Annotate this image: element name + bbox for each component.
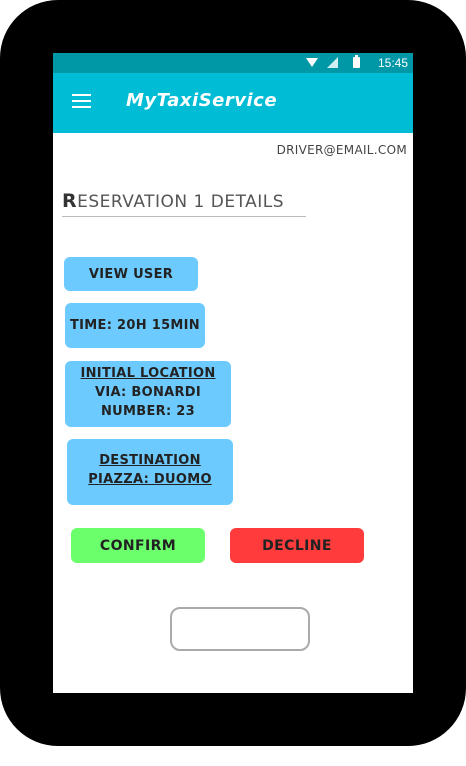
status-bar: 15:45 bbox=[53, 53, 413, 73]
hamburger-menu-icon[interactable] bbox=[72, 94, 91, 108]
time-label: Time: 20h 15min bbox=[70, 318, 200, 333]
app-bar: MyTaxiService bbox=[53, 73, 413, 133]
app-title: MyTaxiService bbox=[126, 90, 278, 111]
view-user-label: View user bbox=[88, 266, 174, 282]
screen: 15:45 MyTaxiService driver@email.com Res… bbox=[53, 53, 413, 693]
initial-location-number: Number: 23 bbox=[101, 404, 195, 419]
initial-location-title: Initial location bbox=[80, 366, 216, 381]
battery-icon bbox=[353, 55, 360, 68]
view-user-button[interactable]: View user bbox=[64, 257, 198, 291]
phone-frame: 15:45 MyTaxiService driver@email.com Res… bbox=[0, 0, 466, 746]
wifi-icon bbox=[306, 58, 318, 67]
empty-box bbox=[170, 607, 310, 651]
initial-location-street: Via: Bonardi bbox=[94, 385, 202, 400]
page-title-initial: R bbox=[62, 190, 78, 212]
status-time: 15:45 bbox=[377, 56, 408, 70]
decline-label: Decline bbox=[262, 537, 332, 554]
confirm-button[interactable]: Confirm bbox=[71, 528, 205, 563]
page-title: Reservation 1 details bbox=[62, 190, 306, 217]
confirm-label: Confirm bbox=[99, 537, 177, 554]
destination-title: Destination bbox=[99, 453, 201, 468]
time-card: Time: 20h 15min bbox=[65, 303, 205, 348]
signal-icon bbox=[327, 57, 338, 68]
destination-place: Piazza: Duomo bbox=[88, 472, 212, 487]
page-title-rest: eservation 1 details bbox=[77, 192, 285, 212]
decline-button[interactable]: Decline bbox=[230, 528, 364, 563]
initial-location-card: Initial location Via: Bonardi Number: 23 bbox=[65, 361, 231, 427]
destination-card: Destination Piazza: Duomo bbox=[67, 439, 233, 505]
user-email: driver@email.com bbox=[276, 143, 407, 157]
